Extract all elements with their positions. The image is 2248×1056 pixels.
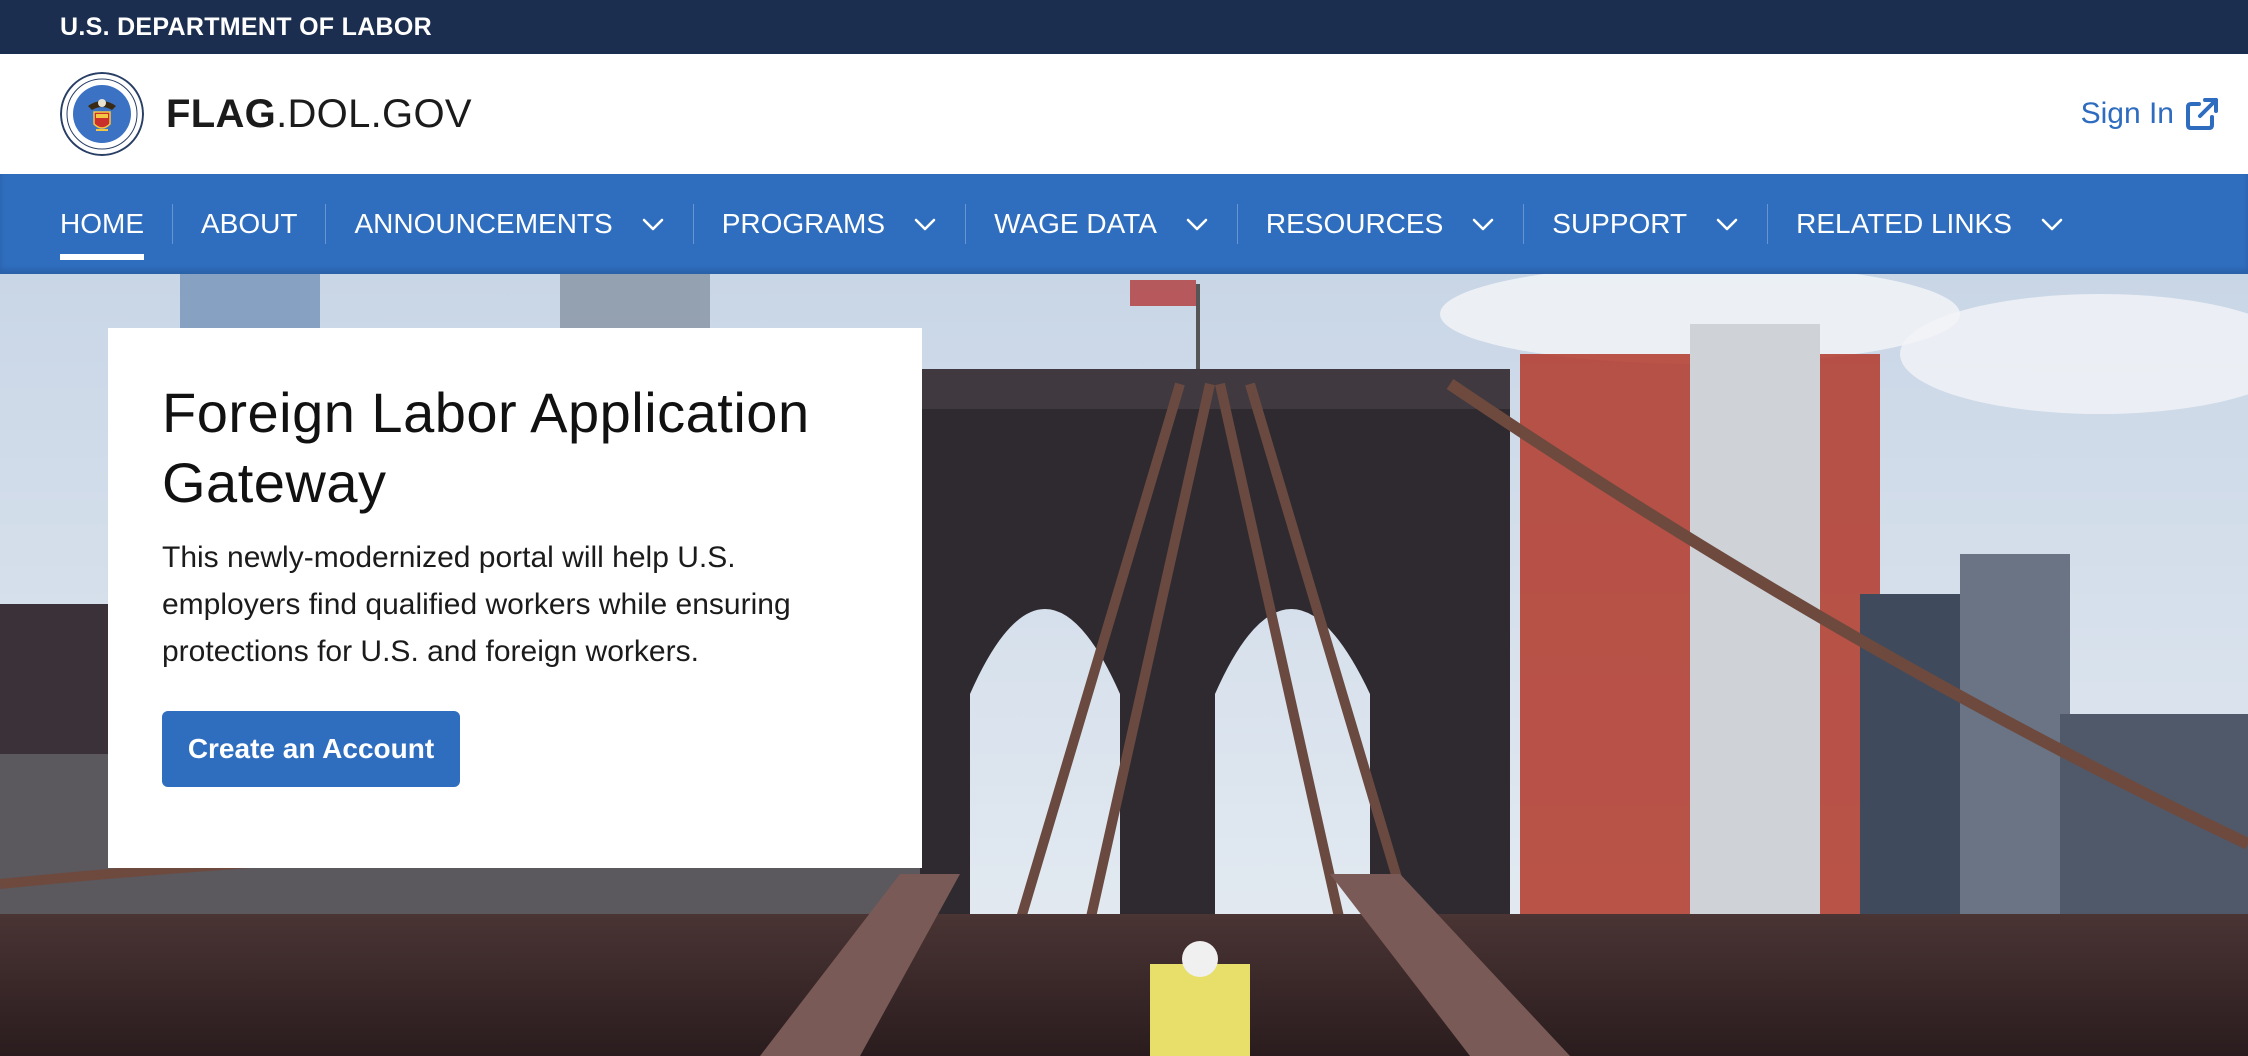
nav-divider (965, 204, 967, 244)
nav-divider (692, 204, 694, 244)
agency-name: U.S. DEPARTMENT OF LABOR (60, 12, 433, 41)
site-title-bold: FLAG (166, 91, 277, 136)
nav-item-about[interactable]: ABOUT (201, 174, 297, 274)
external-link-icon (2186, 98, 2218, 130)
nav-label: ABOUT (201, 208, 298, 239)
dol-seal-icon[interactable] (60, 72, 144, 156)
agency-banner: U.S. DEPARTMENT OF LABOR (0, 0, 2248, 54)
nav-divider (1767, 204, 1769, 244)
primary-nav: HOME ABOUT ANNOUNCEMENTS PROGRAMS WAGE D… (0, 174, 2248, 274)
site-title-rest: .DOL.GOV (276, 91, 472, 136)
nav-divider (1523, 204, 1525, 244)
nav-label: ANNOUNCEMENTS (354, 208, 613, 239)
hero-section: Foreign Labor Application Gateway This n… (0, 274, 2248, 1056)
hero-title: Foreign Labor Application Gateway (162, 381, 810, 514)
nav-item-support[interactable]: SUPPORT (1552, 174, 1739, 274)
nav-item-home[interactable]: HOME (60, 174, 144, 274)
nav-divider (325, 204, 327, 244)
chevron-down-icon (1716, 218, 1738, 231)
nav-label: SUPPORT (1552, 208, 1688, 239)
site-header: FLAG.DOL.GOV Sign In (0, 54, 2248, 174)
chevron-down-icon (642, 218, 664, 231)
nav-item-wage-data[interactable]: WAGE DATA (994, 174, 1209, 274)
nav-label: WAGE DATA (994, 208, 1157, 239)
chevron-down-icon (914, 218, 936, 231)
hero-description: This newly-modernized portal will help U… (162, 541, 791, 668)
nav-item-programs[interactable]: PROGRAMS (722, 174, 937, 274)
sign-in-link[interactable]: Sign In (2081, 96, 2220, 132)
chevron-down-icon (1472, 218, 1494, 231)
nav-item-related-links[interactable]: RELATED LINKS (1796, 174, 2064, 274)
sign-in-label: Sign In (2080, 97, 2174, 130)
nav-divider (1236, 204, 1238, 244)
nav-label: RELATED LINKS (1796, 208, 2012, 239)
nav-item-announcements[interactable]: ANNOUNCEMENTS (354, 174, 664, 274)
site-title[interactable]: FLAG.DOL.GOV (166, 92, 472, 137)
create-account-button[interactable]: Create an Account (162, 711, 460, 787)
nav-label: HOME (60, 208, 144, 239)
nav-divider (172, 204, 173, 244)
nav-label: RESOURCES (1265, 208, 1444, 239)
hero-card: Foreign Labor Application Gateway This n… (108, 328, 922, 868)
chevron-down-icon (2041, 218, 2063, 231)
nav-label: PROGRAMS (721, 208, 886, 239)
chevron-down-icon (1186, 218, 1208, 231)
nav-item-resources[interactable]: RESOURCES (1266, 174, 1495, 274)
